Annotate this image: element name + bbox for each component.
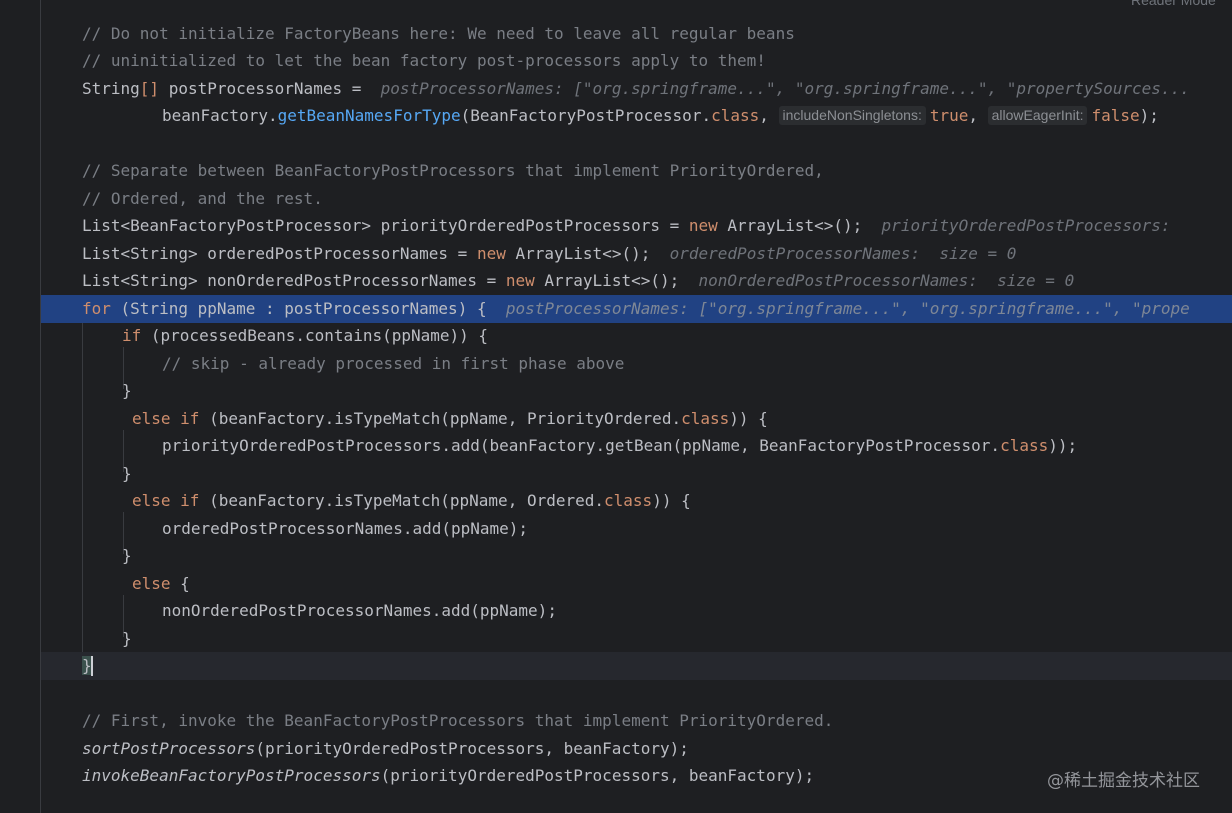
- code-token: }: [122, 546, 132, 565]
- caret-line[interactable]: }: [41, 652, 1232, 680]
- code-token: )) {: [729, 409, 768, 428]
- code-keyword: class: [681, 409, 730, 428]
- code-keyword: else: [132, 574, 171, 593]
- code-comment: // Ordered, and the rest.: [82, 189, 323, 208]
- code-editor[interactable]: Reader Mode // Do not initialize Factory…: [41, 0, 1232, 813]
- code-token: ArrayList<>();: [717, 216, 863, 235]
- code-line[interactable]: nonOrderedPostProcessorNames.add(ppName)…: [41, 597, 1232, 625]
- code-keyword: else if: [132, 409, 200, 428]
- parameter-hint: includeNonSingletons:: [778, 106, 926, 125]
- code-token: )) {: [652, 491, 691, 510]
- code-line[interactable]: // Separate between BeanFactoryPostProce…: [41, 157, 1232, 185]
- inline-debug-value: postProcessorNames: ["org.springframe...…: [505, 299, 1190, 318]
- code-line[interactable]: List<String> orderedPostProcessorNames =…: [41, 240, 1232, 268]
- code-token: {: [170, 574, 190, 593]
- code-keyword: class: [711, 106, 760, 125]
- code-keyword: for: [82, 299, 111, 318]
- code-line[interactable]: }: [41, 625, 1232, 653]
- code-line[interactable]: // Do not initialize FactoryBeans here: …: [41, 20, 1232, 48]
- inline-debug-value: nonOrderedPostProcessorNames: size = 0: [698, 271, 1075, 290]
- code-line[interactable]: else {: [41, 570, 1232, 598]
- code-token: (priorityOrderedPostProcessors, beanFact…: [255, 739, 689, 758]
- editor-gutter[interactable]: [0, 0, 41, 813]
- code-token: (beanFactory.isTypeMatch(ppName, Priorit…: [199, 409, 682, 428]
- code-line[interactable]: if (processedBeans.contains(ppName)) {: [41, 322, 1232, 350]
- code-token: ArrayList<>();: [534, 271, 680, 290]
- code-comment: // Separate between BeanFactoryPostProce…: [82, 161, 824, 180]
- code-line[interactable]: List<String> nonOrderedPostProcessorName…: [41, 267, 1232, 295]
- code-method: getBeanNamesForType: [277, 106, 461, 125]
- inline-debug-value: postProcessorNames: ["org.springframe...…: [380, 79, 1190, 98]
- inline-debug-value: orderedPostProcessorNames: size = 0: [669, 244, 1017, 263]
- code-keyword: class: [1000, 436, 1049, 455]
- code-static-method: invokeBeanFactoryPostProcessors: [82, 766, 381, 785]
- code-token: ArrayList<>();: [505, 244, 651, 263]
- code-keyword: new: [505, 271, 535, 290]
- code-token: List<String> orderedPostProcessorNames =: [82, 244, 477, 263]
- code-token: }: [122, 629, 132, 648]
- code-line[interactable]: }: [41, 377, 1232, 405]
- code-line[interactable]: priorityOrderedPostProcessors.add(beanFa…: [41, 432, 1232, 460]
- current-execution-line[interactable]: for (String ppName : postProcessorNames)…: [41, 295, 1232, 323]
- code-token: (String ppName : postProcessorNames) {: [110, 299, 487, 318]
- code-comment: // Do not initialize FactoryBeans here: …: [82, 24, 795, 43]
- code-line[interactable]: // uninitialized to let the bean factory…: [41, 47, 1232, 75]
- code-keyword: new: [688, 216, 718, 235]
- code-token: List<BeanFactoryPostProcessor> priorityO…: [82, 216, 689, 235]
- code-token: []: [139, 79, 160, 98]
- code-line[interactable]: else if (beanFactory.isTypeMatch(ppName,…: [41, 487, 1232, 515]
- code-token: );: [1139, 106, 1159, 125]
- code-line[interactable]: String[] postProcessorNames = postProces…: [41, 75, 1232, 103]
- code-token: ,: [968, 106, 988, 125]
- code-keyword: true: [929, 106, 969, 125]
- code-line[interactable]: else if (beanFactory.isTypeMatch(ppName,…: [41, 405, 1232, 433]
- code-token: nonOrderedPostProcessorNames.add(ppName)…: [162, 601, 557, 620]
- reader-mode-toggle[interactable]: Reader Mode: [1131, 0, 1216, 8]
- code-token: ));: [1048, 436, 1078, 455]
- code-keyword: else if: [132, 491, 200, 510]
- code-keyword: new: [476, 244, 506, 263]
- code-token: (BeanFactoryPostProcessor.: [460, 106, 712, 125]
- code-token: priorityOrderedPostProcessors.add(beanFa…: [162, 436, 1001, 455]
- code-token: postProcessorNames =: [159, 79, 371, 98]
- code-token: }: [122, 381, 132, 400]
- inline-debug-value: priorityOrderedPostProcessors:: [881, 216, 1171, 235]
- watermark: @稀土掘金技术社区: [1047, 771, 1200, 791]
- code-comment: // skip - already processed in first pha…: [162, 354, 625, 373]
- code-static-method: sortPostProcessors: [82, 739, 256, 758]
- code-line[interactable]: sortPostProcessors(priorityOrderedPostPr…: [41, 735, 1232, 763]
- code-line[interactable]: // Ordered, and the rest.: [41, 185, 1232, 213]
- code-token: List<String> nonOrderedPostProcessorName…: [82, 271, 506, 290]
- code-token: orderedPostProcessorNames.add(ppName);: [162, 519, 529, 538]
- code-line[interactable]: }: [41, 460, 1232, 488]
- code-keyword: class: [604, 491, 653, 510]
- code-token: beanFactory.: [162, 106, 278, 125]
- code-token: (processedBeans.contains(ppName)) {: [141, 326, 489, 345]
- code-token: (priorityOrderedPostProcessors, beanFact…: [380, 766, 815, 785]
- code-line[interactable]: }: [41, 542, 1232, 570]
- code-keyword: if: [122, 326, 142, 345]
- code-comment: // First, invoke the BeanFactoryPostProc…: [82, 711, 834, 730]
- parameter-hint: allowEagerInit:: [987, 106, 1088, 125]
- text-caret: [91, 656, 93, 676]
- code-keyword: false: [1091, 106, 1140, 125]
- code-line[interactable]: beanFactory.getBeanNamesForType(BeanFact…: [41, 102, 1232, 130]
- code-comment: // uninitialized to let the bean factory…: [82, 51, 766, 70]
- code-line[interactable]: orderedPostProcessorNames.add(ppName);: [41, 515, 1232, 543]
- code-token: (beanFactory.isTypeMatch(ppName, Ordered…: [199, 491, 605, 510]
- code-token: String: [82, 79, 140, 98]
- code-token: ,: [759, 106, 779, 125]
- code-line[interactable]: List<BeanFactoryPostProcessor> priorityO…: [41, 212, 1232, 240]
- code-line[interactable]: // First, invoke the BeanFactoryPostProc…: [41, 707, 1232, 735]
- code-line[interactable]: // skip - already processed in first pha…: [41, 350, 1232, 378]
- code-token: }: [122, 464, 132, 483]
